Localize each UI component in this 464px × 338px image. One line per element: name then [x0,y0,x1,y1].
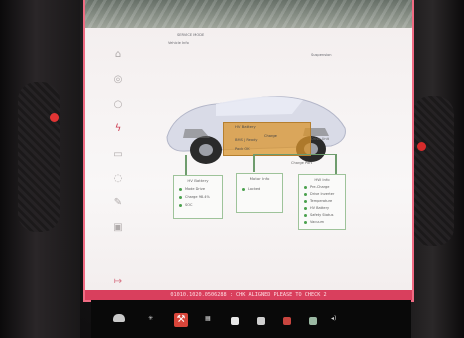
left-panel-row-3: SOC [179,203,192,207]
left-panel-row-2: Charge 98.4% [179,195,210,199]
right-panel-row-2: Drive Inverter [304,192,334,196]
diagram-link-top [253,154,337,155]
circle-icon[interactable]: ○ [111,98,125,112]
right-panel-row-5: Safety Status [304,213,333,217]
volume-icon[interactable]: ◂) [331,314,336,324]
left-panel-title: HV Battery [187,178,209,183]
square-icon[interactable] [231,317,239,325]
left-sidebar: ⌂ ◎ ○ ϟ ▭ ◌ ✎ ▣ ↦ [111,49,131,289]
diagram-link-left [185,155,187,175]
right-panel-title: HW Info [314,177,330,182]
left-panel-row-1: Mode Drive [179,187,205,191]
center-panel-title: Motor Info [249,176,270,181]
left-info-panel: HV Battery Mode Drive Charge 98.4% SOC [173,175,223,219]
fault-alert-banner: 01010.1020.0506288 : CHK ALIGNED PLEASE … [85,290,412,300]
diagram-link-right [335,155,337,174]
battery-note-label: BMS | Ready [235,138,258,142]
right-info-panel: HW Info Pre-Charge Drive Inverter Temper… [298,174,346,230]
service-screen-content: SERVICE MODE Vehicle Info Suspension ⌂ ◎… [85,28,412,290]
right-warning-indicator [417,142,426,151]
center-panel-row-1: Locked [242,187,260,191]
apps-icon[interactable] [309,317,317,325]
diagram-link-center [253,155,255,172]
gauge-icon[interactable]: ◌ [111,172,125,186]
home-icon[interactable]: ⌂ [111,48,125,62]
right-panel-row-6: Vacuum [304,220,324,224]
right-leather-panel [412,96,454,246]
apps-icon[interactable] [283,317,291,325]
right-panel-row-1: Pre-Charge [304,185,329,189]
grid-icon[interactable]: ▦ [205,314,211,324]
car-icon[interactable]: ▣ [111,221,125,235]
left-warning-indicator [50,113,59,122]
square-icon[interactable] [257,317,265,325]
header-label-left-top: SERVICE MODE [177,33,205,37]
center-info-panel: Motor Info Locked [236,173,283,213]
header-label-right-top: Suspension [311,53,332,57]
power-icon[interactable]: ◎ [111,73,125,87]
exit-icon[interactable]: ↦ [111,275,125,289]
charge-port-label: Charge Port [291,161,313,165]
car-icon[interactable] [113,314,125,322]
pen-icon[interactable]: ✎ [111,196,125,210]
bottom-control-bar: ✳ ⚒ ▦ ◂) [91,300,411,338]
pack-line-2-label: Pack OK [235,147,250,151]
fan-icon[interactable]: ✳ [148,314,153,324]
touchscreen-display[interactable]: SERVICE MODE Vehicle Info Suspension ⌂ ◎… [83,0,414,302]
bolt-icon[interactable]: ϟ [111,122,125,136]
right-panel-row-3: Temperature [304,199,332,203]
battery-pack-label: HV Battery [235,124,256,129]
map-strip [85,0,412,28]
wrench-icon[interactable]: ⚒ [174,313,188,327]
header-label-left-sub: Vehicle Info [168,41,189,45]
drive-unit-label: Drive Unit [311,137,330,141]
battery-icon[interactable]: ▭ [111,148,125,162]
right-panel-row-4: HV Battery [304,206,329,210]
left-leather-panel [18,82,60,232]
battery-state-label: Charge [264,134,277,138]
